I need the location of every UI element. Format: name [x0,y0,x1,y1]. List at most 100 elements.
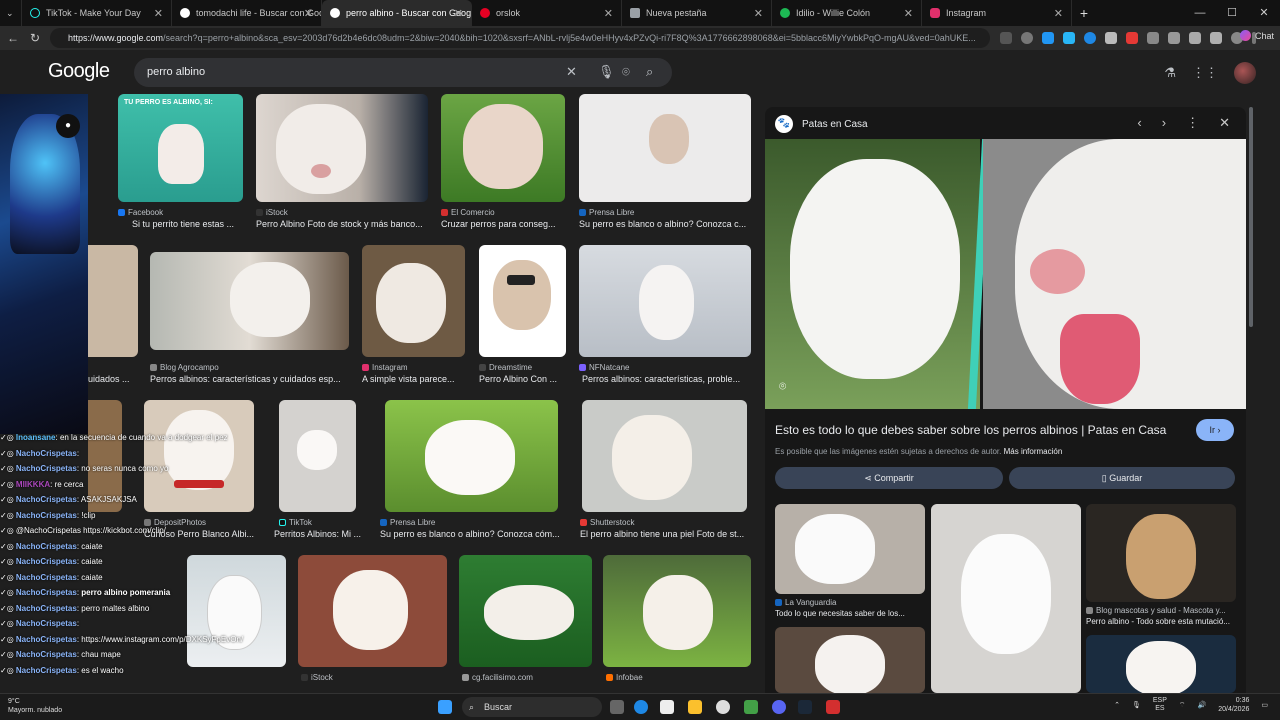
save-button[interactable]: ▯ Guardar [1009,467,1235,489]
result-image[interactable] [256,94,428,202]
related-image[interactable] [775,627,925,693]
clear-icon[interactable]: ✕ [566,64,577,80]
lens-icon[interactable]: ⌾ [622,64,630,80]
windows-start-icon[interactable] [438,700,452,714]
wifi-icon[interactable]: ⌔ [1179,701,1186,710]
minimize-icon[interactable]: — [1184,0,1216,26]
bookmark-star-icon[interactable] [1021,32,1033,44]
more-vert-icon[interactable]: ⋮ [1186,115,1199,131]
result-title[interactable]: uidados ... [88,374,136,384]
result-title[interactable]: Perros albinos: características y cuidad… [150,374,350,384]
tab-tiktok[interactable]: TikTok - Make Your Day ✕ [22,0,172,26]
result-image[interactable] [603,555,751,667]
extension-icon[interactable] [1063,32,1075,44]
back-icon[interactable]: ← [2,31,24,45]
result-image[interactable] [582,400,747,512]
share-button[interactable]: ⋖ Compartir [775,467,1003,489]
close-icon[interactable]: ✕ [1219,115,1230,131]
result-title[interactable]: Si tu perrito tiene estas ... [132,219,244,229]
result-image[interactable] [362,245,465,357]
result-title[interactable]: A simple vista parece... [362,374,467,384]
discord-icon[interactable] [772,700,786,714]
notifications-icon[interactable]: ▭ [1261,701,1268,709]
result-image[interactable] [385,400,558,512]
microphone-icon[interactable]: 🎙 [598,64,615,80]
result-image[interactable] [298,555,447,667]
tab-orslok[interactable]: orslok ✕ [472,0,622,26]
result-title[interactable]: Perro Albino Foto de stock y más banco..… [256,219,428,229]
close-icon[interactable]: ✕ [904,7,913,20]
result-title[interactable]: Su perro es blanco o albino? Conozca cóm… [380,529,564,539]
result-image[interactable] [150,252,349,350]
extension-icon[interactable] [1000,32,1012,44]
close-icon[interactable]: ✕ [754,7,763,20]
address-bar[interactable]: https://www.google.com/search?q=perro+al… [50,28,990,48]
result-image[interactable] [479,245,566,357]
edge-icon[interactable] [634,700,648,714]
related-title[interactable]: Todo lo que necesitas saber de los... [775,609,925,618]
task-view-icon[interactable] [610,700,624,714]
microphone-icon[interactable]: 🎙 [1132,701,1141,709]
result-image[interactable] [279,400,356,512]
lens-search-icon[interactable]: ⌾ [779,379,786,394]
chevron-right-icon[interactable]: › [1162,115,1166,131]
extension-icon[interactable] [1126,32,1138,44]
result-title[interactable]: Perritos Albinos: Mi ... [274,529,362,539]
app-icon[interactable] [826,700,840,714]
extensions-puzzle-icon[interactable] [1168,32,1180,44]
search-box[interactable]: perro albino ✕ 🎙 ⌾ ⌕ [134,58,672,87]
tab-search-button[interactable]: ⌄ [0,0,22,26]
tab-tomodachi[interactable]: tomodachi life - Buscar con Google✕ [172,0,322,26]
clock[interactable]: 0:36 20/4/2026 [1218,696,1249,714]
apps-grid-icon[interactable]: ⋮⋮ [1192,65,1218,81]
result-title[interactable]: El perro albino tiene una piel Foto de s… [580,529,750,539]
result-image[interactable] [459,555,592,667]
extension-icon[interactable] [1042,32,1054,44]
chevron-up-icon[interactable]: ⌃ [1114,701,1120,709]
scrollbar[interactable] [1249,107,1253,327]
reload-icon[interactable]: ↻ [24,31,46,45]
tab-spotify[interactable]: Idilio - Willie Colón ✕ [772,0,922,26]
close-icon[interactable]: ✕ [454,7,463,20]
related-image[interactable] [775,504,925,594]
new-tab-button[interactable]: + [1072,5,1096,21]
chevron-left-icon[interactable]: ‹ [1137,115,1141,131]
result-image[interactable] [88,245,138,357]
close-window-icon[interactable]: ✕ [1248,0,1280,26]
maximize-icon[interactable]: ☐ [1216,0,1248,26]
preview-site-name[interactable]: Patas en Casa [802,119,868,130]
result-title[interactable]: Su perro es blanco o albino? Conozca c..… [579,219,751,229]
visit-button[interactable]: Ir › [1196,419,1234,441]
result-title[interactable]: Perro Albino Con ... [479,374,567,384]
taskbar-search[interactable]: ⌕ Buscar [462,697,602,717]
close-icon[interactable]: ✕ [304,7,313,20]
related-image[interactable] [1086,504,1236,602]
store-icon[interactable] [660,700,674,714]
extension-icon[interactable] [1084,32,1096,44]
volume-icon[interactable]: 🔊 [1198,701,1207,709]
result-image[interactable] [579,94,751,202]
close-icon[interactable]: ✕ [1054,7,1063,20]
extension-icon[interactable] [1210,32,1222,44]
preview-image[interactable]: ⌾ [765,139,1246,409]
tab-new[interactable]: Nueva pestaña ✕ [622,0,772,26]
result-title[interactable]: Cruzar perros para conseg... [441,219,565,229]
result-image[interactable] [441,94,565,202]
tab-perro-albino[interactable]: perro albino - Buscar con Google ✕ [322,0,472,26]
close-icon[interactable]: ✕ [604,7,613,20]
tab-instagram[interactable]: Instagram ✕ [922,0,1072,26]
chat-button[interactable]: Chat [1239,30,1274,41]
chrome-icon[interactable] [716,700,730,714]
labs-flask-icon[interactable]: ⚗ [1164,65,1176,81]
weather-widget[interactable]: 9°C Mayorm. nublado [8,697,62,715]
related-image[interactable] [931,504,1081,693]
steam-icon[interactable] [798,700,812,714]
kick-icon[interactable] [744,700,758,714]
extension-icon[interactable] [1189,32,1201,44]
result-title[interactable]: Perros albinos: características, proble.… [582,374,752,384]
account-avatar[interactable] [1234,62,1256,84]
google-logo[interactable]: Google [48,60,110,83]
language-indicator[interactable]: ESP ES [1153,697,1167,713]
search-input[interactable]: perro albino [147,66,205,78]
result-image[interactable] [579,245,751,357]
